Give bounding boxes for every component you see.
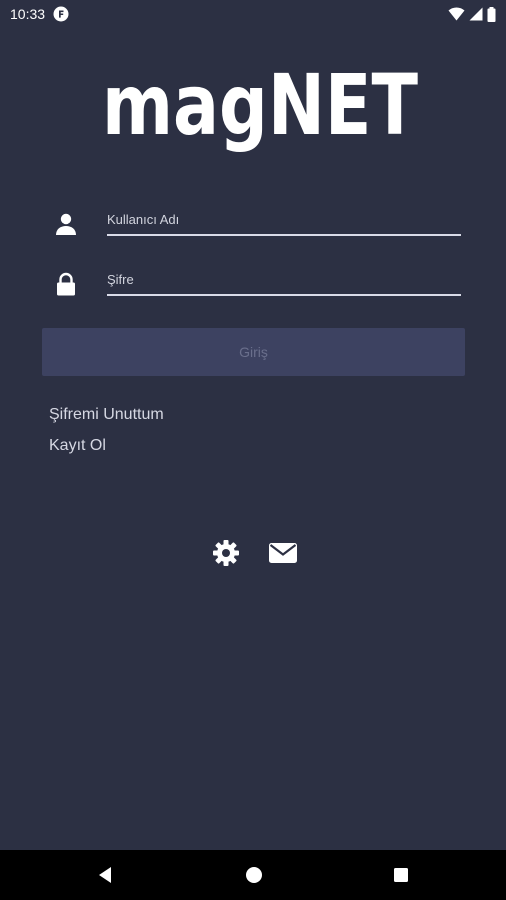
lock-icon — [57, 272, 75, 296]
login-button[interactable]: Giriş — [42, 328, 465, 376]
system-nav-bar — [0, 850, 506, 900]
back-icon[interactable] — [96, 865, 116, 885]
battery-icon — [487, 6, 496, 22]
username-field: Kullanıcı Adı — [50, 204, 464, 248]
recents-icon[interactable] — [391, 865, 411, 885]
home-icon[interactable] — [244, 865, 264, 885]
footer-actions — [0, 538, 506, 568]
register-link[interactable]: Kayıt Ol — [49, 437, 106, 455]
user-icon — [56, 213, 76, 235]
magnet-logo: magNET — [102, 56, 418, 154]
mail-icon[interactable] — [268, 538, 298, 568]
status-bar: 10:33 — [0, 0, 506, 28]
login-button-label: Giriş — [239, 344, 268, 360]
forgot-password-link[interactable]: Şifremi Unuttum — [49, 406, 164, 424]
username-placeholder: Kullanıcı Adı — [107, 212, 180, 227]
password-input[interactable]: Şifre — [107, 264, 461, 296]
wifi-icon — [448, 7, 465, 21]
f-badge-icon — [53, 6, 69, 22]
password-field: Şifre — [50, 264, 464, 308]
password-placeholder: Şifre — [107, 272, 134, 287]
gear-icon[interactable] — [211, 538, 241, 568]
status-time: 10:33 — [10, 6, 46, 22]
logo-text: magNET — [102, 56, 418, 154]
cellular-icon — [469, 7, 483, 21]
username-input[interactable]: Kullanıcı Adı — [107, 204, 461, 236]
